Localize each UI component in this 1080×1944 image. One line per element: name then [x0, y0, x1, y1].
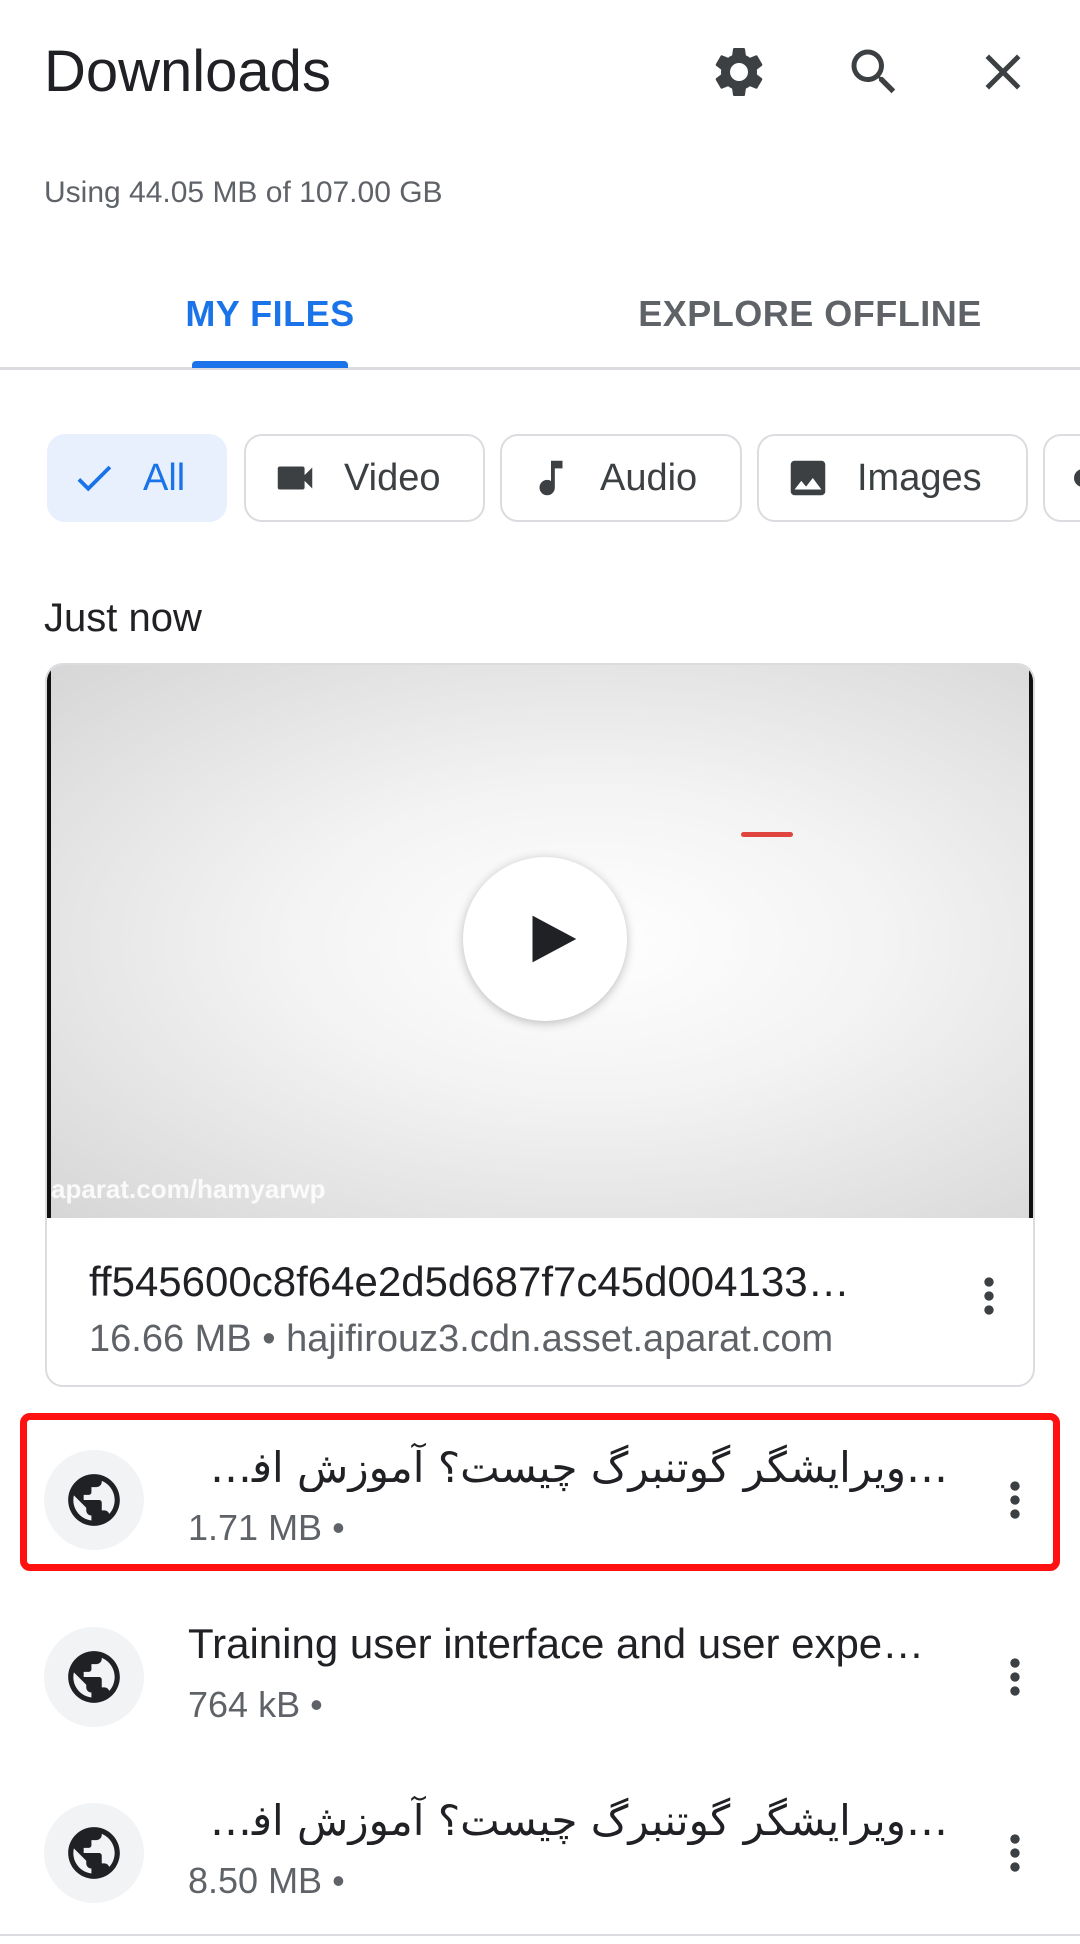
file-type-badge [44, 1450, 144, 1550]
item-more-button[interactable] [985, 1637, 1045, 1717]
globe-icon [68, 1827, 120, 1879]
video-card-info: ff545600c8f64e2d5d687f7c45d004133… 16.66… [47, 1218, 1033, 1385]
globe-icon [68, 1651, 120, 1703]
item-more-button[interactable] [985, 1813, 1045, 1893]
tab-explore-offline[interactable]: EXPLORE OFFLINE [540, 260, 1080, 367]
filter-chips: All Video Audio Images [0, 434, 1080, 524]
section-header-just-now: Just now [44, 596, 202, 640]
file-type-badge [44, 1627, 144, 1727]
more-vert-icon [1010, 1481, 1020, 1519]
close-button[interactable] [967, 36, 1039, 108]
search-button[interactable] [838, 36, 910, 108]
video-download-card[interactable]: aparat.com/hamyarwp ff545600c8f64e2d5d68… [45, 663, 1035, 1387]
download-file-name: Training user interface and user expe… [188, 1620, 925, 1667]
page-title: Downloads [44, 39, 331, 104]
more-vert-icon [984, 1277, 994, 1315]
selected-tab-indicator [192, 361, 348, 368]
download-file-meta: 1.71 MB • [188, 1507, 345, 1548]
close-icon [985, 54, 1021, 90]
filter-chip-all[interactable]: All [47, 434, 227, 522]
thumbnail-streak [741, 832, 793, 837]
video-file-meta: 16.66 MB • hajifirouz3.cdn.asset.aparat.… [89, 1318, 834, 1360]
video-watermark: aparat.com/hamyarwp [51, 1174, 326, 1204]
image-icon [790, 460, 826, 496]
download-list-item[interactable]: Training user interface and user expe… 7… [0, 1590, 1080, 1760]
filter-chip-label: Images [857, 456, 982, 499]
download-file-meta: 764 kB • [188, 1684, 323, 1725]
filter-chip-audio[interactable]: Audio [500, 434, 742, 522]
top-app-bar: Downloads [0, 0, 1080, 150]
download-list-item[interactable]: …ویرایشگر گوتنبرگ چیست؟ آموزش افزونه گوت… [0, 1766, 1080, 1936]
file-type-badge [44, 1803, 144, 1903]
filter-chip-label: All [143, 456, 186, 499]
download-list-item[interactable]: …ویرایشگر گوتنبرگ چیست؟ آموزش افزونه گوت… [0, 1413, 1080, 1583]
bottom-divider [0, 1934, 1080, 1936]
video-thumbnail[interactable]: aparat.com/hamyarwp [47, 665, 1033, 1218]
filter-chip-label: Audio [600, 456, 698, 499]
gear-icon [715, 47, 763, 96]
video-card-more-button[interactable] [959, 1256, 1019, 1336]
filter-chip-partial[interactable] [1043, 434, 1080, 522]
item-more-button[interactable] [985, 1460, 1045, 1540]
check-icon [77, 465, 112, 492]
globe-icon [68, 1474, 120, 1526]
tab-my-files[interactable]: MY FILES [0, 260, 540, 367]
download-file-meta: 8.50 MB • [188, 1860, 345, 1901]
partial-chip-icon [1074, 469, 1080, 487]
video-file-name: ff545600c8f64e2d5d687f7c45d004133… [89, 1258, 850, 1305]
download-file-name: …ویرایشگر گوتنبرگ چیست؟ آموزش افزونه گوت… [188, 1443, 948, 1492]
download-file-name: …ویرایشگر گوتنبرگ چیست؟ آموزش افزونه گوت… [188, 1796, 948, 1845]
settings-button[interactable] [703, 36, 775, 108]
filter-chip-images[interactable]: Images [757, 434, 1028, 522]
music-note-icon [539, 460, 563, 496]
more-vert-icon [1010, 1834, 1020, 1872]
filter-chip-label: Video [344, 456, 441, 499]
play-button[interactable] [463, 857, 627, 1021]
more-vert-icon [1010, 1658, 1020, 1696]
videocam-icon [277, 466, 313, 490]
filter-chip-video[interactable]: Video [244, 434, 485, 522]
play-icon [532, 915, 577, 963]
storage-usage-text: Using 44.05 MB of 107.00 GB [44, 176, 443, 209]
search-icon [851, 49, 896, 94]
tab-bar: MY FILES EXPLORE OFFLINE [0, 260, 1080, 370]
